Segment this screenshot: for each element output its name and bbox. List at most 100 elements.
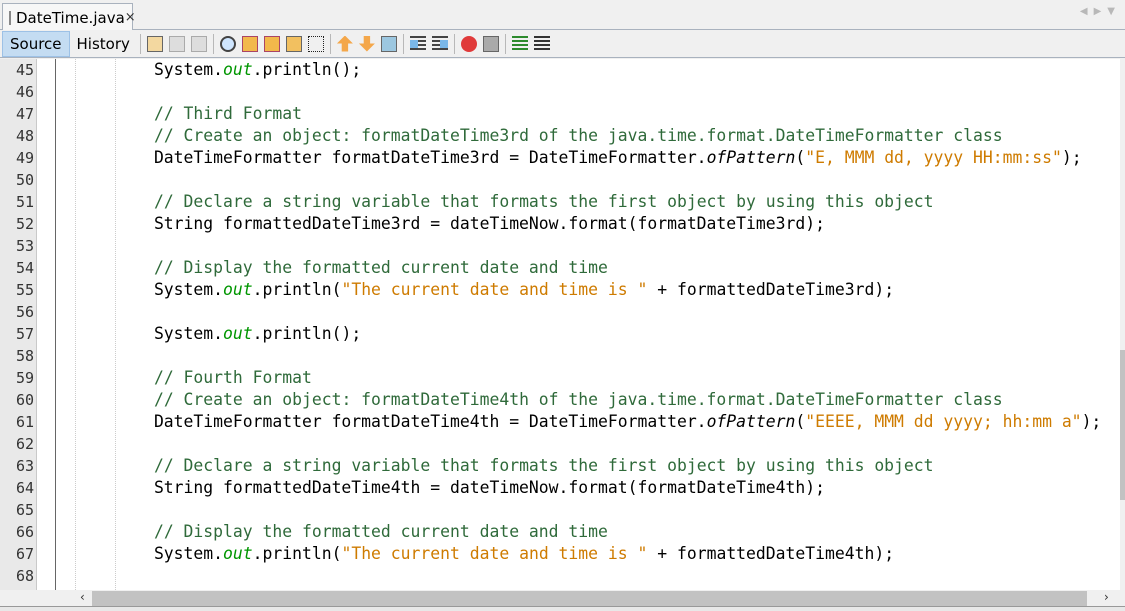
line-number: 53	[15, 237, 34, 255]
code-token-plain: System.	[75, 280, 224, 299]
scroll-right-icon[interactable]: ›	[1104, 590, 1109, 604]
divider	[453, 33, 455, 54]
editor-toolbar: Source History	[0, 30, 1125, 58]
divider	[212, 33, 214, 54]
code-line[interactable]: 64 String formattedDateTime4th = dateTim…	[0, 477, 1120, 499]
line-number: 50	[15, 171, 34, 189]
code-token-field: out	[223, 280, 253, 299]
code-token-string: "EEEE, MMM dd yyyy; hh:mm a"	[805, 412, 1082, 431]
line-number: 63	[15, 457, 34, 475]
java-file-icon	[9, 10, 11, 25]
code-token-comment: // Display the formatted current date an…	[153, 522, 608, 541]
find-previous-icon[interactable]	[241, 35, 258, 52]
code-token-comment: // Declare a string variable that format…	[153, 192, 934, 211]
code-token-plain: (	[795, 412, 806, 431]
tab-scroll-arrows-icon[interactable]: ◀▶▼	[1080, 6, 1121, 17]
start-macro-icon[interactable]	[460, 35, 477, 52]
code-line[interactable]: 47 // Third Format	[0, 103, 1120, 125]
tab-datetime-java[interactable]: DateTime.java ×	[2, 3, 136, 31]
code-text: System.out.println("The current date and…	[75, 543, 894, 565]
code-line[interactable]: 67 System.out.println("The current date …	[0, 543, 1120, 565]
code-line[interactable]: 60 // Create an object: formatDateTime4t…	[0, 389, 1120, 411]
find-icon[interactable]	[219, 35, 236, 52]
line-number: 67	[15, 545, 34, 563]
history-tab[interactable]: History	[70, 31, 137, 57]
code-line[interactable]: 63 // Declare a string variable that for…	[0, 455, 1120, 477]
last-edit-icon[interactable]	[146, 35, 163, 52]
line-number: 57	[15, 325, 34, 343]
code-token-method: ofPattern	[706, 148, 796, 167]
source-tab[interactable]: Source	[2, 30, 70, 57]
line-number: 46	[15, 83, 34, 101]
comment-icon[interactable]	[511, 35, 528, 52]
scroll-left-icon[interactable]: ‹	[80, 590, 85, 604]
code-text: DateTimeFormatter formatDateTime3rd = Da…	[75, 147, 1082, 169]
line-number: 60	[15, 391, 34, 409]
code-token-string: "The current date and time is "	[341, 280, 648, 299]
code-editor[interactable]: 45 System.out.println(); 46 47 // Third Fo…	[0, 59, 1120, 590]
code-line[interactable]: 50	[0, 169, 1120, 191]
code-token-string: "The current date and time is "	[341, 544, 648, 563]
horizontal-scroll-thumb[interactable]	[92, 591, 1087, 606]
rectangular-select-icon[interactable]	[307, 35, 324, 52]
code-line[interactable]: 45 System.out.println();	[0, 59, 1120, 81]
code-line[interactable]: 48 // Create an object: formatDateTime3r…	[0, 125, 1120, 147]
line-number: 54	[15, 259, 34, 277]
code-text: System.out.println("The current date and…	[75, 279, 894, 301]
code-line[interactable]: 55 System.out.println("The current date …	[0, 279, 1120, 301]
line-number: 65	[15, 501, 34, 519]
code-line[interactable]: 65	[0, 499, 1120, 521]
code-line[interactable]: 66 // Display the formatted current date…	[0, 521, 1120, 543]
code-line[interactable]: 54 // Display the formatted current date…	[0, 257, 1120, 279]
shift-right-icon[interactable]	[431, 35, 448, 52]
code-line[interactable]: 57 System.out.println();	[0, 323, 1120, 345]
toggle-highlight-icon[interactable]	[285, 35, 302, 52]
vertical-scrollbar[interactable]	[1120, 59, 1125, 590]
line-number: 56	[15, 303, 34, 321]
code-token-field: out	[223, 60, 253, 79]
line-number: 47	[15, 105, 34, 123]
code-token-comment: // Declare a string variable that format…	[153, 456, 934, 475]
line-number: 49	[15, 149, 34, 167]
code-line[interactable]: 49 DateTimeFormatter formatDateTime3rd =…	[0, 147, 1120, 169]
code-line[interactable]: 68	[0, 565, 1120, 587]
back-icon[interactable]	[168, 35, 185, 52]
code-line[interactable]: 51 // Declare a string variable that for…	[0, 191, 1120, 213]
code-line[interactable]: 61 DateTimeFormatter formatDateTime4th =…	[0, 411, 1120, 433]
code-token-method: ofPattern	[706, 412, 796, 431]
next-bookmark-icon[interactable]	[358, 35, 375, 52]
code-token-plain: DateTimeFormatter formatDateTime4th = Da…	[75, 412, 707, 431]
divider	[504, 33, 506, 54]
code-line[interactable]: 56	[0, 301, 1120, 323]
code-text: // Declare a string variable that format…	[75, 191, 934, 213]
code-line[interactable]: 59 // Fourth Format	[0, 367, 1120, 389]
forward-icon[interactable]	[190, 35, 207, 52]
code-line[interactable]: 53	[0, 235, 1120, 257]
code-line[interactable]: 52 String formattedDateTime3rd = dateTim…	[0, 213, 1120, 235]
divider	[329, 33, 331, 54]
uncomment-icon[interactable]	[533, 35, 550, 52]
shift-left-icon[interactable]	[409, 35, 426, 52]
code-token-field: out	[223, 324, 253, 343]
close-tab-icon[interactable]: ×	[125, 10, 136, 25]
toggle-bookmark-icon[interactable]	[380, 35, 397, 52]
divider	[402, 33, 404, 54]
line-number: 51	[15, 193, 34, 211]
code-line[interactable]: 62	[0, 433, 1120, 455]
bottom-border	[0, 606, 1125, 611]
code-token-field: out	[223, 544, 253, 563]
code-token-plain: .println();	[252, 60, 362, 79]
code-line[interactable]: 46	[0, 81, 1120, 103]
find-next-icon[interactable]	[263, 35, 280, 52]
previous-bookmark-icon[interactable]	[336, 35, 353, 52]
vertical-scroll-thumb[interactable]	[1120, 350, 1125, 500]
code-text: System.out.println();	[75, 323, 361, 345]
code-line[interactable]: 58	[0, 345, 1120, 367]
stop-macro-icon[interactable]	[482, 35, 499, 52]
